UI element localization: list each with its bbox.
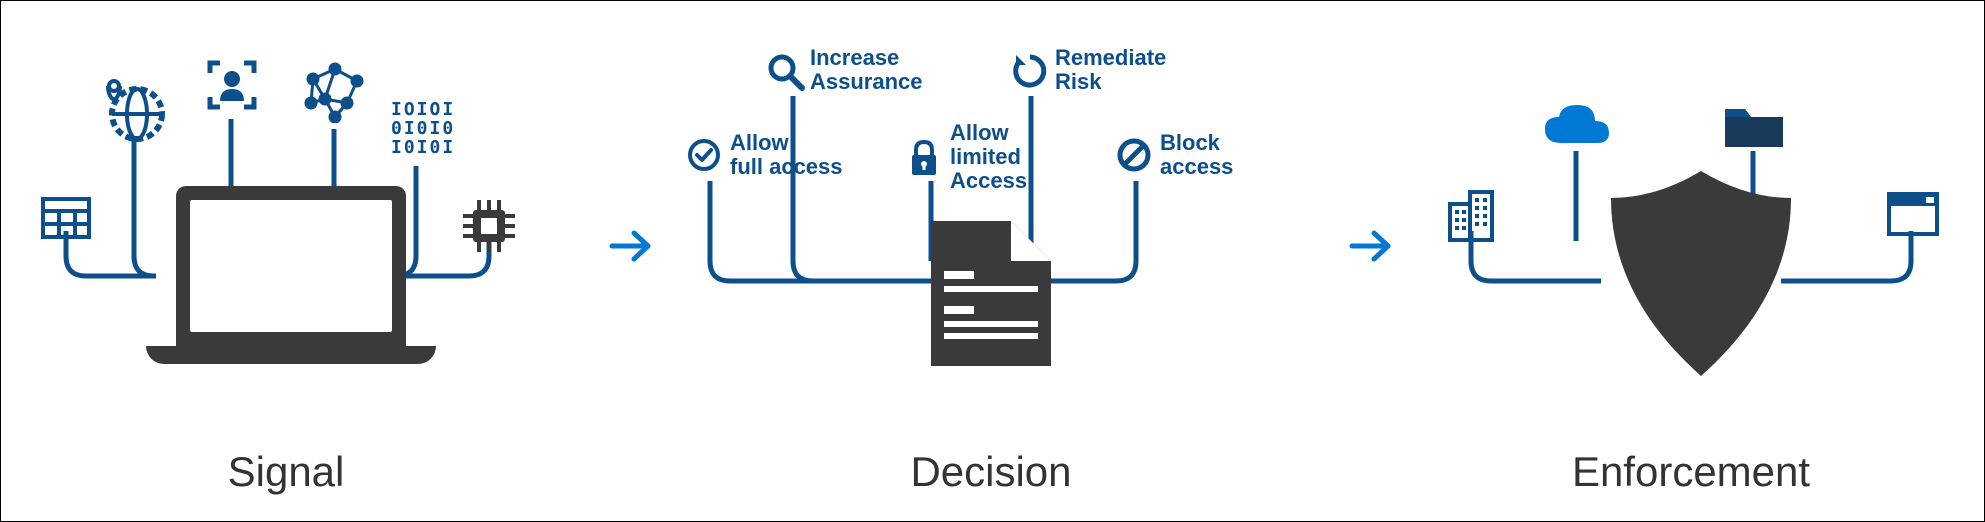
network-graph-icon	[303, 61, 367, 123]
decision-stage: Allow full access Increase Assurance All…	[681, 1, 1301, 521]
magnify-icon	[766, 52, 802, 88]
folder-icon	[1721, 101, 1787, 158]
shield-icon	[1606, 166, 1796, 381]
binary-data-icon: IOIOI 0I0I0 I0I0I	[391, 101, 455, 158]
enforcement-stage: Enforcement	[1411, 1, 1971, 521]
browser-window-icon	[1886, 191, 1940, 242]
remediate-risk-label: Remediate Risk	[1055, 46, 1166, 94]
signal-title: Signal	[1, 448, 571, 496]
flow-arrow-icon	[606, 221, 656, 283]
chip-icon	[459, 196, 519, 256]
remediate-risk-item: Remediate Risk	[1011, 46, 1166, 94]
allow-limited-label: Allow limited Access	[950, 121, 1027, 194]
check-circle-icon	[686, 137, 722, 173]
allow-full-access-item: Allow full access	[686, 131, 843, 179]
refresh-arrow-icon	[1011, 52, 1047, 88]
cloud-icon	[1541, 101, 1613, 154]
decision-title: Decision	[681, 448, 1301, 496]
laptop-icon	[156, 186, 426, 364]
building-icon	[1446, 186, 1498, 249]
user-focus-icon	[206, 59, 258, 111]
globe-location-icon	[101, 76, 169, 142]
block-circle-icon	[1116, 137, 1152, 173]
signal-stage: IOIOI 0I0I0 I0I0I Signal	[1, 1, 571, 521]
policy-document-icon	[926, 216, 1056, 371]
allow-limited-item: Allow limited Access	[906, 121, 1027, 194]
block-access-label: Block access	[1160, 131, 1233, 179]
lock-icon	[906, 139, 942, 175]
increase-assurance-label: Increase Assurance	[810, 46, 923, 94]
calendar-grid-icon	[41, 191, 91, 241]
block-access-item: Block access	[1116, 131, 1233, 179]
increase-assurance-item: Increase Assurance	[766, 46, 923, 94]
allow-full-label: Allow full access	[730, 131, 843, 179]
enforcement-title: Enforcement	[1411, 448, 1971, 496]
flow-arrow-icon	[1346, 221, 1396, 283]
